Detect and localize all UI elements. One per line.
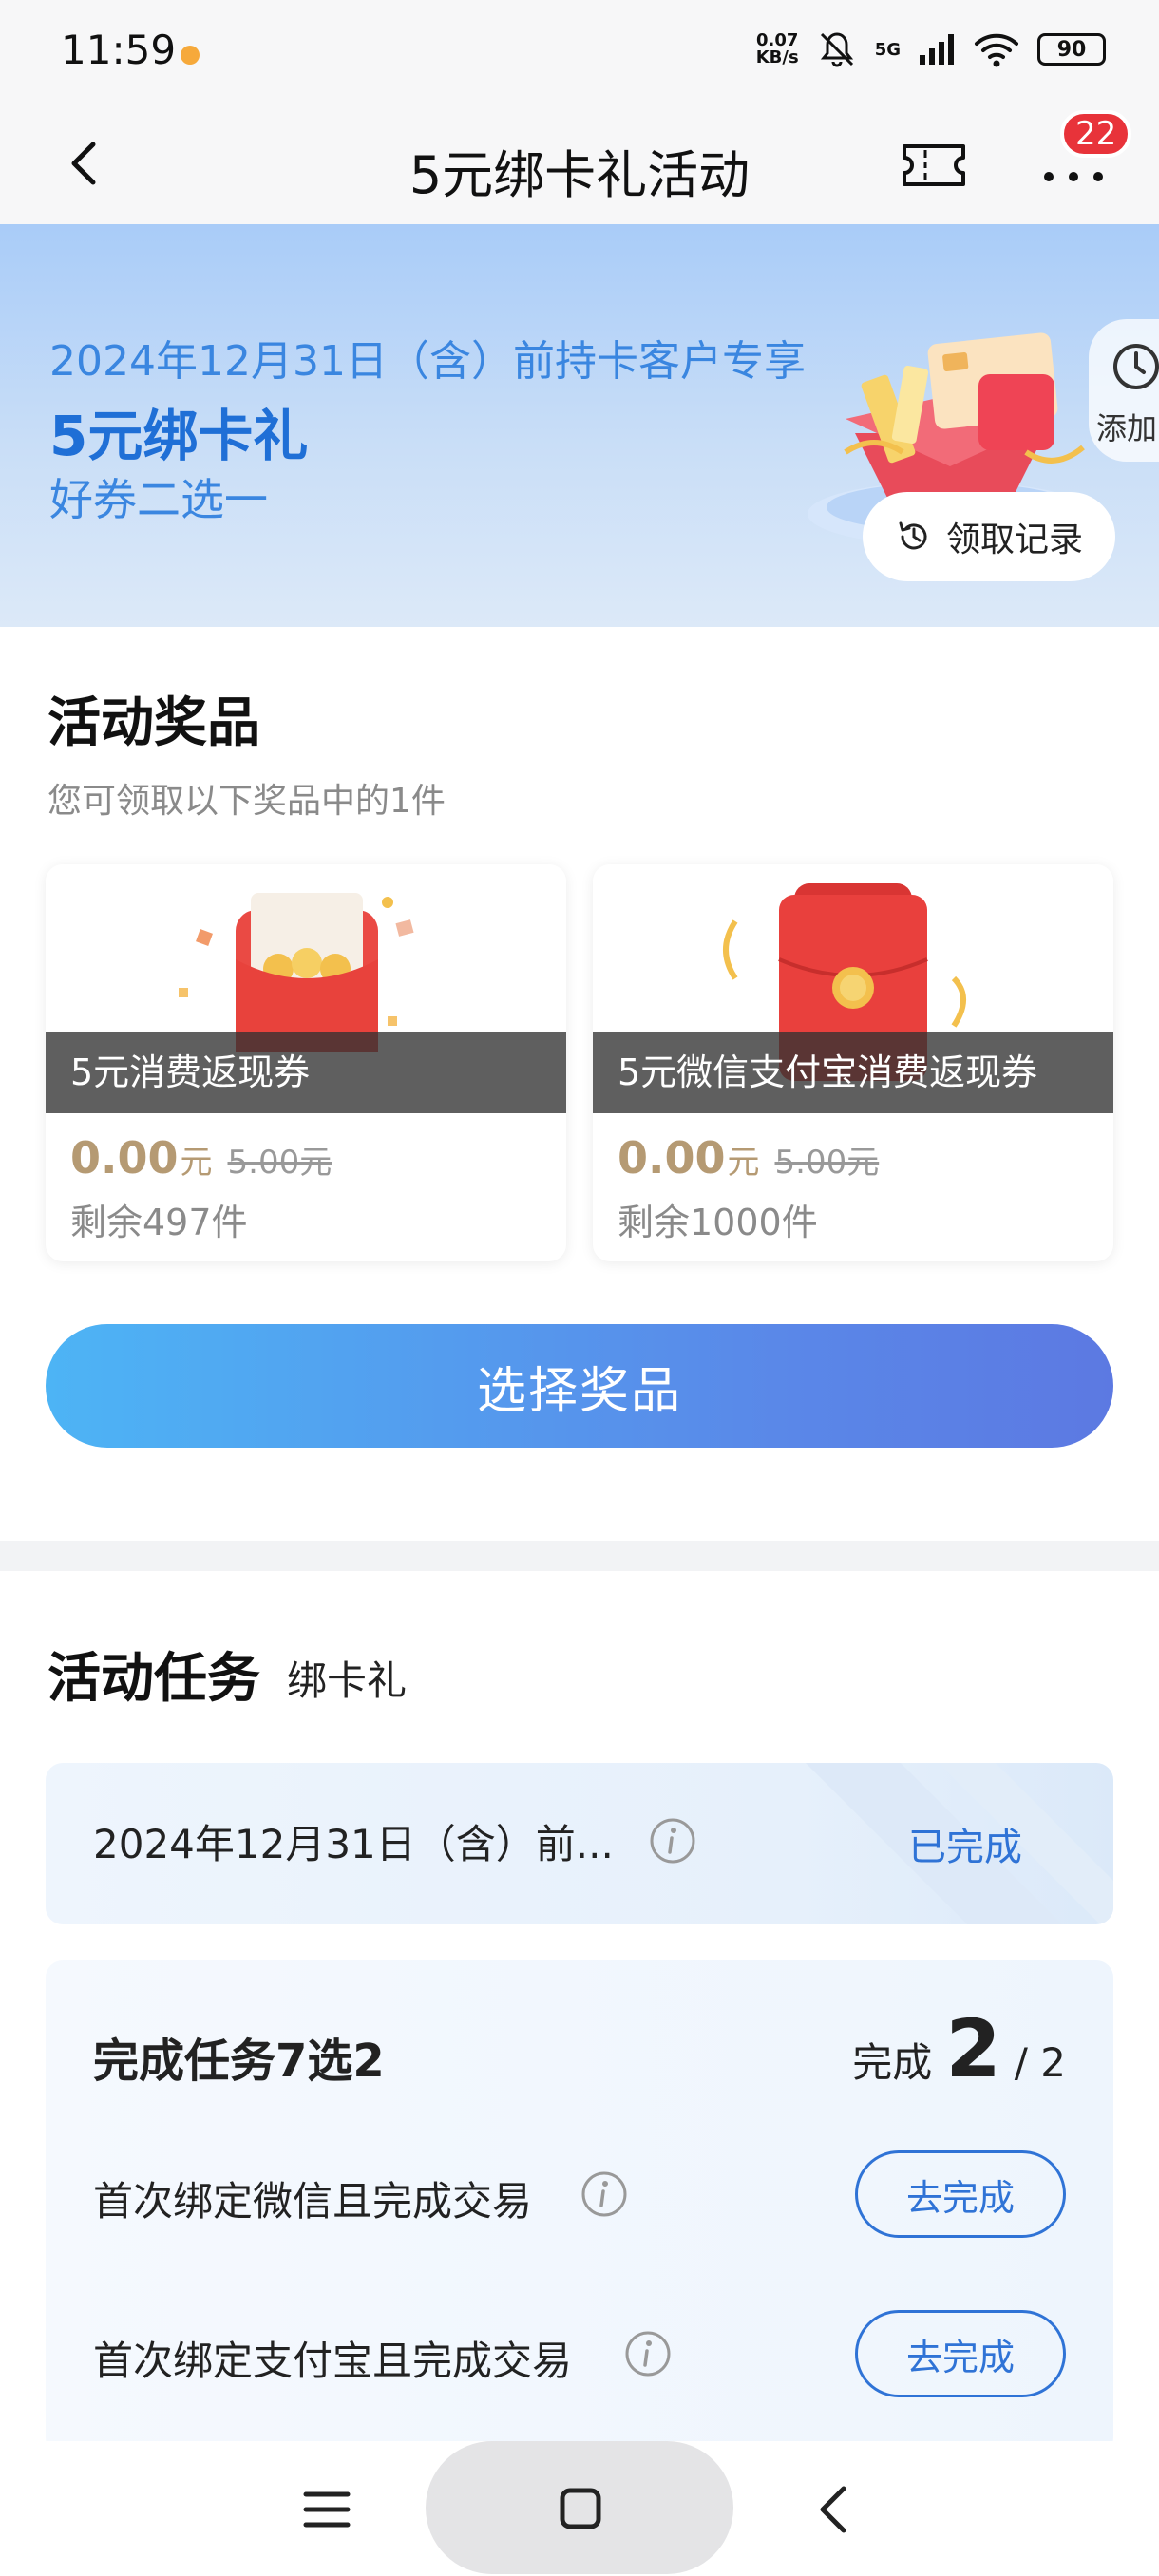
price-unit: 元: [180, 1144, 213, 1182]
tasks-section-tag: 绑卡礼: [287, 1657, 408, 1704]
status-time: 11:59: [61, 27, 177, 73]
status-bar: 11:59 0.07 KB/s 5G 90: [0, 0, 1159, 104]
remaining-stock: 剩余1000件: [618, 1202, 818, 1243]
add-shortcut-button[interactable]: 添加: [1089, 319, 1159, 462]
net-speed-unit: KB/s: [755, 47, 799, 67]
remaining-stock: 剩余497件: [70, 1202, 248, 1243]
info-icon[interactable]: [648, 1816, 697, 1866]
clock-add-icon: [1113, 344, 1159, 389]
prize-price: 0.00 元 5.00元: [618, 1132, 879, 1184]
task-item-text: 首次绑定支付宝且完成交易: [93, 2338, 573, 2384]
prize-card-wechat-alipay[interactable]: 5元微信支付宝消费返现券 0.00 元 5.00元 剩余1000件: [593, 864, 1113, 1261]
ticket-icon[interactable]: [899, 137, 969, 194]
banner-subtitle: 好券二选一: [49, 474, 268, 525]
claim-records-label: 领取记录: [945, 521, 1083, 559]
price-unit: 元: [727, 1144, 760, 1182]
home-icon[interactable]: [559, 2487, 602, 2530]
go-complete-button[interactable]: 去完成: [855, 2310, 1066, 2397]
system-nav-bar: [0, 2441, 1159, 2576]
task-progress: 完成 2 / 2: [852, 2002, 1066, 2095]
info-icon[interactable]: [580, 2169, 629, 2219]
prizes-section-title: 活动奖品: [48, 692, 260, 754]
info-icon[interactable]: [623, 2329, 673, 2378]
banner-title: 5元绑卡礼: [49, 404, 309, 468]
task-item-text: 首次绑定微信且完成交易: [93, 2178, 533, 2225]
task-item: 首次绑定微信且完成交易 去完成: [93, 2150, 1066, 2238]
cell-signal-icon: [920, 34, 954, 65]
section-divider: [0, 1541, 1159, 1571]
banner-eligibility: 2024年12月31日（含）前持卡客户专享: [49, 337, 806, 386]
task-row-holder: 2024年12月31日（含）前... 已完成: [46, 1763, 1113, 1924]
select-prize-button[interactable]: 选择奖品: [46, 1324, 1113, 1448]
add-shortcut-label: 添加: [1096, 410, 1158, 446]
notification-dot-icon: [180, 46, 200, 65]
system-back-icon[interactable]: [811, 2483, 855, 2536]
history-icon: [899, 521, 927, 550]
current-price: 0.00: [70, 1132, 179, 1184]
task-block-title: 完成任务7选2: [93, 2035, 385, 2088]
prizes-section-subtitle: 您可领取以下奖品中的1件: [48, 782, 446, 821]
status-icons: 0.07 KB/s 5G 90: [756, 28, 1106, 70]
menu-icon[interactable]: [302, 2489, 352, 2530]
network-type: 5G: [874, 39, 901, 60]
progress-total: / 2: [1014, 2039, 1066, 2086]
page-title: 5元绑卡礼活动: [408, 145, 750, 205]
task-item: 首次绑定支付宝且完成交易 去完成: [93, 2310, 1066, 2397]
notification-badge: 22: [1060, 110, 1132, 158]
prize-name: 5元消费返现券: [46, 1032, 566, 1113]
progress-label: 完成: [852, 2039, 933, 2086]
task-block: 完成任务7选2 完成 2 / 2 首次绑定微信且完成交易 去完成 首次绑定支付宝…: [46, 1960, 1113, 2454]
prize-name: 5元微信支付宝消费返现券: [593, 1032, 1113, 1113]
prize-card-cashback[interactable]: 5元消费返现券 0.00 元 5.00元 剩余497件: [46, 864, 566, 1261]
wifi-icon: [975, 33, 1018, 67]
current-price: 0.00: [618, 1132, 726, 1184]
claim-records-button[interactable]: 领取记录: [863, 492, 1115, 581]
battery-indicator: 90: [1037, 33, 1106, 66]
nav-bar: 5元绑卡礼活动 22: [0, 104, 1159, 224]
tasks-section-title: 活动任务: [48, 1648, 260, 1710]
promo-banner: 2024年12月31日（含）前持卡客户专享 5元绑卡礼 好券二选一 添加 领取记…: [0, 224, 1159, 627]
prize-price: 0.00 元 5.00元: [70, 1132, 332, 1184]
original-price: 5.00元: [774, 1144, 880, 1182]
mute-bell-icon: [820, 32, 853, 67]
task-status-completed: 已完成: [908, 1826, 1022, 1869]
go-complete-button[interactable]: 去完成: [855, 2150, 1066, 2238]
task-row-text: 2024年12月31日（含）前...: [93, 1821, 614, 1867]
progress-done: 2: [945, 2002, 1001, 2095]
net-speed: 0.07 KB/s: [756, 32, 799, 66]
original-price: 5.00元: [227, 1144, 332, 1182]
